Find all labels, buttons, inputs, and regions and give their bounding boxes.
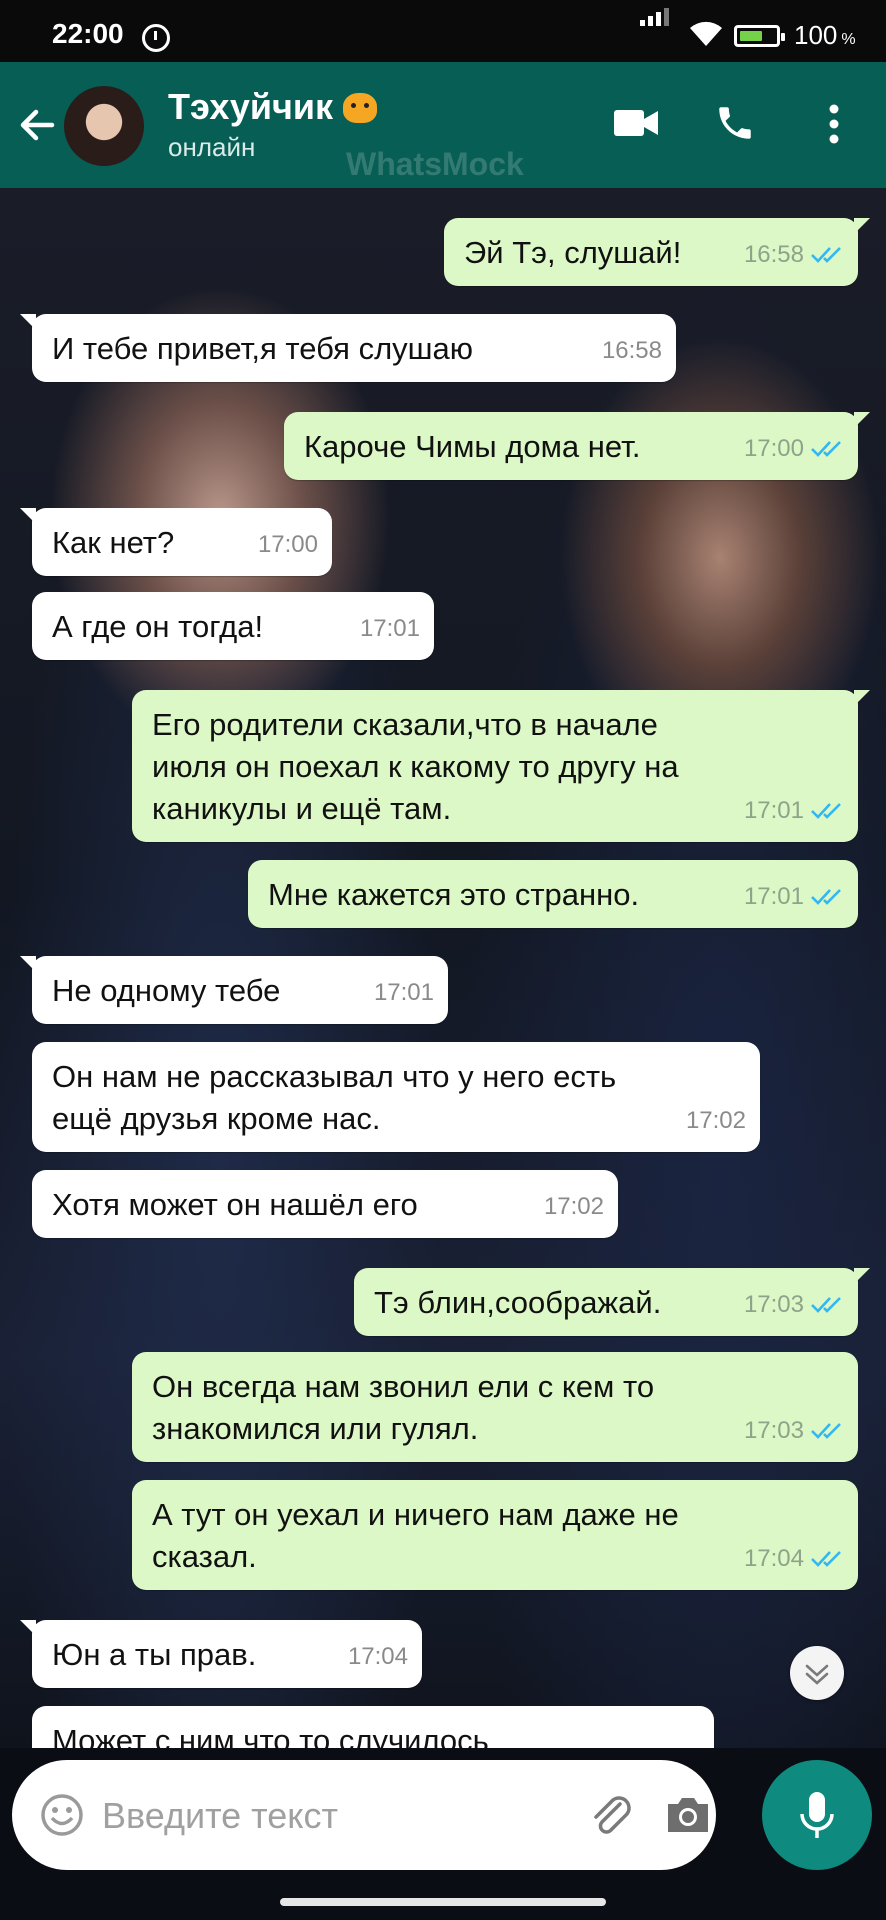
- phone-call-icon[interactable]: [714, 102, 756, 144]
- double-check-icon: [811, 1551, 841, 1567]
- message-incoming[interactable]: Хотя может он нашёл его 17:02: [32, 1170, 618, 1238]
- mic-button[interactable]: [762, 1760, 872, 1870]
- battery-icon: [734, 25, 785, 47]
- message-incoming[interactable]: Как нет? 17:00: [20, 508, 332, 576]
- chat-header: Тэхуйчик онлайн WhatsMock: [0, 62, 886, 188]
- back-arrow-icon[interactable]: [16, 104, 58, 146]
- tiger-emoji-icon: [343, 93, 378, 123]
- contact-avatar[interactable]: [64, 86, 144, 166]
- message-incoming[interactable]: Может с ним что то случилось: [32, 1706, 714, 1748]
- scroll-down-button[interactable]: [790, 1646, 844, 1700]
- more-vert-icon[interactable]: [828, 104, 840, 144]
- wifi-icon: [690, 21, 722, 46]
- battery-percent: 100%: [794, 20, 856, 50]
- message-outgoing[interactable]: Мне кажется это странно. 17:01: [248, 860, 858, 928]
- message-outgoing[interactable]: А тут он уехал и ничего нам даже не сказ…: [132, 1480, 858, 1590]
- status-time: 22:00: [52, 18, 124, 49]
- message-incoming[interactable]: Не одному тебе 17:01: [20, 956, 448, 1024]
- message-incoming[interactable]: Он нам не рассказывал что у него есть ещ…: [32, 1042, 760, 1152]
- double-check-icon: [811, 1423, 841, 1439]
- message-outgoing[interactable]: Его родители сказали,что в начале июля о…: [132, 690, 870, 842]
- message-outgoing[interactable]: Тэ блин,соображай. 17:03: [354, 1268, 870, 1336]
- message-outgoing[interactable]: Он всегда нам звонил ели с кем то знаком…: [132, 1352, 858, 1462]
- home-indicator[interactable]: [280, 1898, 606, 1906]
- attach-icon[interactable]: [586, 1790, 636, 1840]
- message-input[interactable]: [100, 1788, 524, 1844]
- contact-status: онлайн: [168, 132, 256, 162]
- double-check-icon: [811, 889, 841, 905]
- contact-name[interactable]: Тэхуйчик: [168, 86, 378, 128]
- message-composer: [12, 1760, 716, 1870]
- status-bar: 22:00 100%: [0, 0, 886, 62]
- message-outgoing[interactable]: Эй Тэ, слушай! 16:58: [444, 218, 870, 286]
- message-incoming[interactable]: И тебе привет,я тебя слушаю 16:58: [20, 314, 676, 382]
- video-call-icon[interactable]: [614, 108, 658, 138]
- mic-icon: [800, 1792, 834, 1838]
- double-check-icon: [811, 247, 841, 263]
- double-check-icon: [811, 441, 841, 457]
- double-check-icon: [811, 803, 841, 819]
- message-outgoing[interactable]: Кароче Чимы дома нет. 17:00: [284, 412, 870, 480]
- alarm-icon: [142, 24, 170, 52]
- emoji-icon[interactable]: [40, 1793, 84, 1837]
- camera-icon[interactable]: [664, 1794, 712, 1836]
- scroll-down-icon: [805, 1664, 829, 1685]
- message-incoming[interactable]: А где он тогда! 17:01: [32, 592, 434, 660]
- chat-area[interactable]: Эй Тэ, слушай! 16:58 И тебе привет,я теб…: [0, 188, 886, 1748]
- watermark: WhatsMock: [346, 146, 524, 182]
- double-check-icon: [811, 1297, 841, 1313]
- message-incoming[interactable]: Юн а ты прав. 17:04: [20, 1620, 422, 1688]
